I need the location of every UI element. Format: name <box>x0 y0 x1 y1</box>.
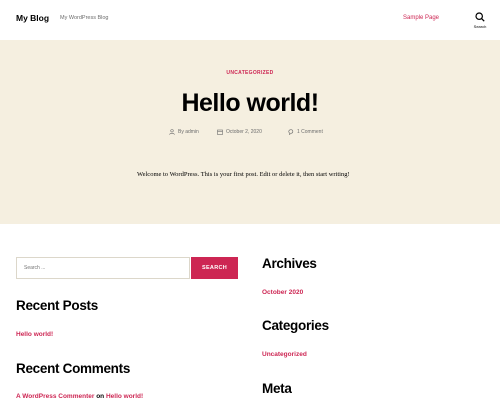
comment-post-link[interactable]: Hello world! <box>106 393 143 400</box>
post-author[interactable]: By admin <box>169 129 199 135</box>
meta-title: Meta <box>262 381 292 396</box>
nav-link-sample-page[interactable]: Sample Page <box>403 15 439 21</box>
site-header: My Blog My WordPress Blog Sample Page Se… <box>0 0 500 40</box>
site-title[interactable]: My Blog <box>16 13 49 23</box>
recent-comments-title: Recent Comments <box>16 361 131 376</box>
recent-post-link[interactable]: Hello world! <box>16 331 53 338</box>
comment-author-link[interactable]: A WordPress Commenter <box>16 393 94 400</box>
user-icon <box>169 129 175 135</box>
search-toggle-button[interactable]: Search <box>468 12 492 34</box>
search-icon <box>475 12 485 22</box>
post-hero: UNCATEGORIZED Hello world! By admin Octo… <box>0 40 500 224</box>
archives-title: Archives <box>262 256 317 271</box>
post-title[interactable]: Hello world! <box>0 89 500 118</box>
category-link[interactable]: Uncategorized <box>262 351 307 358</box>
post-date[interactable]: October 2, 2020 <box>217 129 262 135</box>
categories-title: Categories <box>262 318 329 333</box>
comment-icon <box>288 129 294 135</box>
post-author-text[interactable]: By admin <box>178 129 199 135</box>
post-comments[interactable]: 1 Comment <box>288 129 323 135</box>
search-toggle-label: Search <box>473 24 487 29</box>
search-button[interactable]: SEARCH <box>191 257 238 279</box>
recent-posts-title: Recent Posts <box>16 298 98 313</box>
search-input[interactable] <box>16 257 190 279</box>
archive-link[interactable]: October 2020 <box>262 289 303 296</box>
calendar-icon <box>217 129 223 135</box>
post-category-link[interactable]: UNCATEGORIZED <box>0 70 500 76</box>
comment-connector: on <box>94 393 106 400</box>
site-description: My WordPress Blog <box>60 15 109 21</box>
post-content: Welcome to WordPress. This is your first… <box>137 171 350 178</box>
post-date-text[interactable]: October 2, 2020 <box>226 129 262 135</box>
recent-comment-item: A WordPress Commenter on Hello world! <box>16 393 143 400</box>
post-comments-text[interactable]: 1 Comment <box>297 129 323 135</box>
